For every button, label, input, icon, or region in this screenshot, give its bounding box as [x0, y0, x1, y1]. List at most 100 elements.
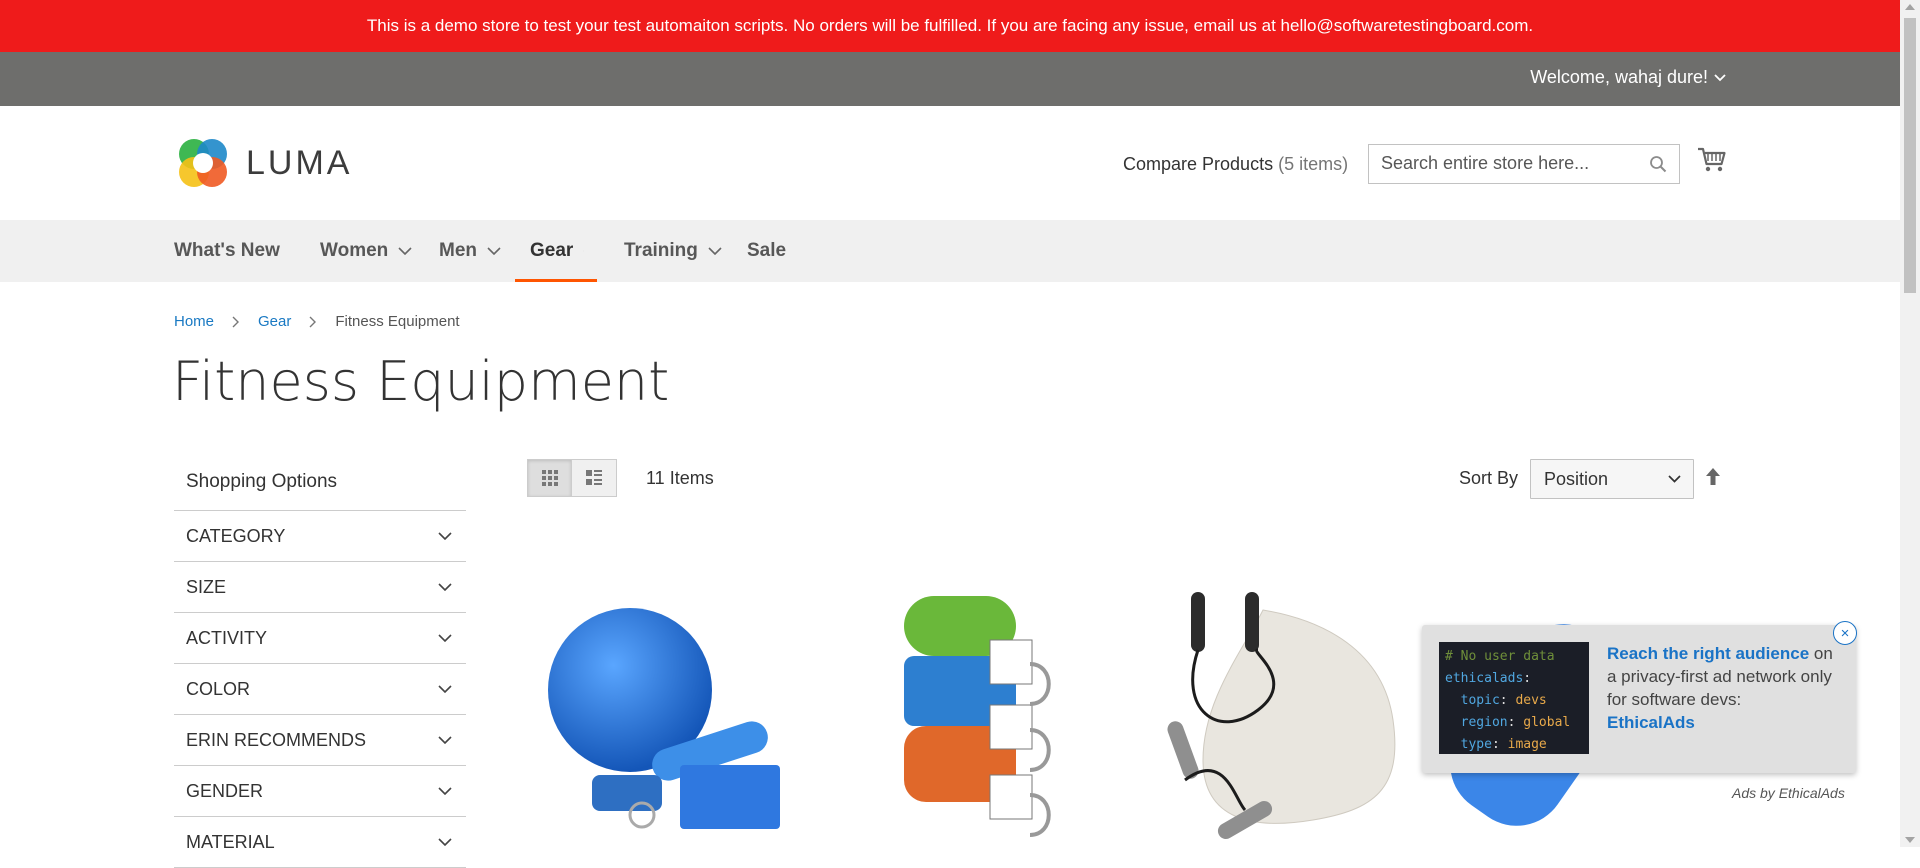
ad-code-value: image	[1507, 737, 1547, 752]
toolbar-amount: 11 Items	[646, 468, 714, 489]
items-count-label: Items	[669, 468, 714, 488]
luma-logo-icon	[179, 139, 227, 187]
chevron-down-icon	[438, 787, 452, 795]
demo-notice-bar: This is a demo store to test your test a…	[0, 0, 1900, 52]
filter-material[interactable]: MATERIAL	[174, 817, 466, 868]
cart-button[interactable]	[1697, 146, 1727, 179]
sort-by-label: Sort By	[1459, 468, 1519, 488]
search-box	[1368, 144, 1680, 184]
search-input[interactable]	[1369, 145, 1653, 181]
chevron-down-icon	[398, 247, 412, 255]
welcome-menu[interactable]: Welcome, wahaj dure!	[1530, 67, 1726, 88]
product-photo	[548, 608, 780, 829]
compare-label: Compare Products	[1123, 154, 1274, 174]
compare-products-link[interactable]: Compare Products (5 items)	[1123, 154, 1348, 175]
nav-label: Women	[320, 240, 389, 261]
nav-item-sale[interactable]: Sale	[747, 220, 786, 282]
filter-gender[interactable]: GENDER	[174, 766, 466, 817]
product-image-sprite-straps[interactable]	[870, 580, 1140, 847]
chevron-down-icon	[438, 583, 452, 591]
filter-category[interactable]: CATEGORY	[174, 511, 466, 562]
chevron-down-icon	[438, 685, 452, 693]
chevron-down-icon	[1668, 475, 1681, 483]
nav-label: Gear	[530, 240, 574, 261]
product-photo	[904, 596, 1051, 837]
filter-activity[interactable]: ACTIVITY	[174, 613, 466, 664]
filter-label: ACTIVITY	[186, 627, 268, 648]
nav-item-gear[interactable]: Gear	[515, 220, 597, 282]
scroll-up-arrow-icon[interactable]	[1905, 4, 1915, 10]
product-photo	[1167, 592, 1396, 839]
ad-brand-link[interactable]: EthicalAds	[1607, 713, 1695, 732]
ad-code-value: devs	[1515, 693, 1547, 708]
scrollbar-thumb[interactable]	[1904, 18, 1916, 293]
ads-by-ethicalads-link[interactable]: Ads by EthicalAds	[1732, 785, 1845, 801]
breadcrumb-current: Fitness Equipment	[335, 313, 460, 330]
grid-icon	[541, 470, 558, 486]
chevron-right-icon	[232, 316, 240, 327]
sort-by-value: Position	[1544, 468, 1609, 489]
ad-code-key: region	[1445, 715, 1508, 730]
demo-notice-text: This is a demo store to test your test a…	[366, 16, 1534, 35]
chevron-down-icon	[487, 247, 501, 255]
site-header: LUMA Compare Products (5 items)	[0, 106, 1900, 220]
nav-item-men[interactable]: Men	[439, 220, 501, 282]
arrow-up-icon	[1706, 468, 1720, 485]
ad-code-key: topic	[1445, 693, 1500, 708]
filter-erin-recommends[interactable]: ERIN RECOMMENDS	[174, 715, 466, 766]
nav-item-women[interactable]: Women	[320, 220, 412, 282]
filter-size[interactable]: SIZE	[174, 562, 466, 613]
ad-code-comment: # No user data	[1445, 649, 1555, 664]
breadcrumb-gear[interactable]: Gear	[258, 313, 291, 330]
nav-item-whats-new[interactable]: What's New	[174, 220, 280, 282]
grid-view-button[interactable]	[527, 459, 572, 497]
filter-label: GENDER	[186, 780, 264, 801]
sort-by-select[interactable]: Position	[1530, 459, 1694, 499]
chevron-down-icon	[583, 250, 584, 252]
ad-text: Reach the right audience on a privacy-fi…	[1607, 642, 1843, 734]
filter-label: COLOR	[186, 678, 251, 699]
filter-label: ERIN RECOMMENDS	[186, 729, 367, 750]
shopping-options-sidebar: Shopping Options CATEGORY SIZE ACTIVITY …	[174, 458, 466, 868]
chevron-down-icon	[1714, 73, 1726, 81]
logo[interactable]: LUMA	[174, 134, 352, 192]
logo-text: LUMA	[246, 143, 353, 182]
filter-color[interactable]: COLOR	[174, 664, 466, 715]
main-navigation: What's New Women Men Gear Training Sale	[0, 220, 1900, 282]
page-scrollbar[interactable]	[1900, 0, 1920, 847]
list-view-button[interactable]	[572, 459, 617, 497]
product-image-jump-rope[interactable]	[1155, 580, 1425, 847]
ad-code-key: type	[1445, 737, 1492, 752]
compare-count: (5 items)	[1278, 154, 1349, 174]
view-mode-switcher	[527, 459, 617, 497]
scroll-down-arrow-icon[interactable]	[1905, 837, 1915, 843]
welcome-text: Welcome, wahaj dure!	[1530, 67, 1708, 87]
top-bar: Welcome, wahaj dure!	[0, 52, 1900, 106]
ethicalads-banner: # No user data ethicalads: topic: devs r…	[1422, 625, 1856, 773]
ad-headline-link[interactable]: Reach the right audience	[1607, 644, 1809, 663]
breadcrumb-home[interactable]: Home	[174, 313, 214, 330]
ad-code-value: global	[1523, 715, 1571, 730]
ad-code-image[interactable]: # No user data ethicalads: topic: devs r…	[1439, 642, 1589, 754]
chevron-down-icon	[438, 532, 452, 540]
product-image-fitness-kit[interactable]	[530, 580, 800, 847]
items-count-value: 11	[646, 468, 665, 488]
ad-code-key: ethicalads	[1445, 671, 1524, 686]
cart-icon	[1698, 147, 1726, 172]
chevron-down-icon	[438, 838, 452, 846]
nav-label: Men	[439, 240, 477, 261]
filter-label: SIZE	[186, 576, 227, 597]
ad-code-colon: :	[1523, 671, 1532, 686]
ad-close-icon[interactable]: ×	[1833, 621, 1857, 645]
search-icon[interactable]	[1649, 155, 1667, 173]
filter-label: MATERIAL	[186, 831, 275, 852]
sort-direction-button[interactable]	[1705, 467, 1721, 492]
breadcrumb: Home Gear Fitness Equipment	[174, 313, 460, 330]
chevron-down-icon	[438, 736, 452, 744]
nav-label: Sale	[747, 240, 787, 261]
shopping-options-title: Shopping Options	[174, 458, 466, 511]
chevron-right-icon	[309, 316, 317, 327]
list-icon	[586, 470, 602, 485]
nav-item-training[interactable]: Training	[624, 220, 722, 282]
chevron-down-icon	[438, 634, 452, 642]
